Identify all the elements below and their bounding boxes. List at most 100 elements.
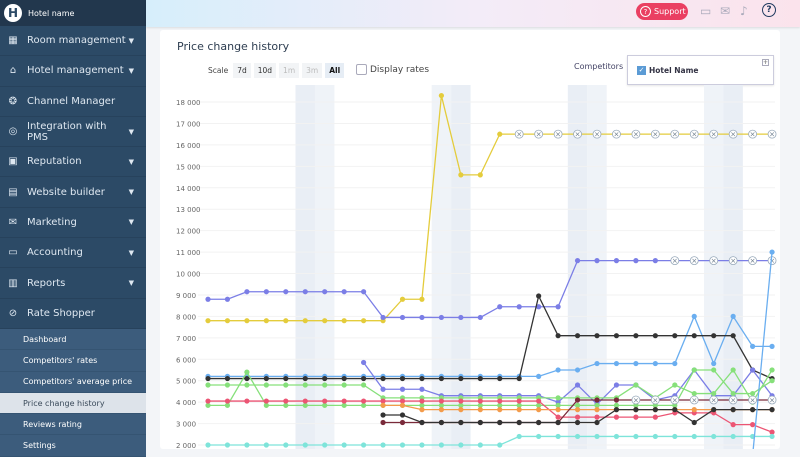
- display-rates-toggle[interactable]: Display rates: [356, 64, 429, 75]
- data-point[interactable]: [322, 442, 328, 448]
- wallet-icon[interactable]: ▭: [700, 4, 711, 18]
- data-point[interactable]: [322, 318, 328, 324]
- data-point[interactable]: [341, 442, 347, 448]
- data-point[interactable]: [711, 407, 717, 413]
- data-point[interactable]: [555, 414, 561, 420]
- data-point[interactable]: [594, 397, 600, 403]
- data-point[interactable]: [419, 386, 425, 392]
- data-point[interactable]: [399, 442, 406, 448]
- data-point[interactable]: [691, 313, 697, 319]
- data-point[interactable]: [302, 375, 308, 382]
- scale-10d-button[interactable]: 10d: [253, 63, 277, 78]
- data-point[interactable]: [711, 360, 717, 367]
- sidebar-item-reputation[interactable]: ▣ Reputation ▼: [0, 147, 146, 178]
- data-point[interactable]: [516, 407, 522, 413]
- data-point[interactable]: [497, 442, 503, 448]
- sidebar-item-room-management[interactable]: ▦ Room management ▼: [0, 26, 146, 57]
- data-point[interactable]: [244, 382, 250, 388]
- data-point[interactable]: [224, 375, 231, 382]
- data-point[interactable]: [380, 419, 386, 426]
- sidebar-item-website-builder[interactable]: ▤ Website builder ▼: [0, 177, 146, 208]
- data-point[interactable]: [516, 419, 522, 426]
- data-point[interactable]: [730, 422, 736, 428]
- data-point[interactable]: [380, 402, 386, 408]
- sidebar-item-reports[interactable]: ▥ Reports ▼: [0, 268, 146, 299]
- data-point[interactable]: [283, 318, 289, 324]
- data-point[interactable]: [399, 296, 406, 302]
- data-point[interactable]: [283, 398, 289, 404]
- data-point[interactable]: [594, 258, 600, 264]
- data-point[interactable]: [613, 433, 620, 440]
- data-point[interactable]: [750, 422, 756, 428]
- data-point[interactable]: [672, 433, 678, 440]
- submenu-item[interactable]: Dashboard: [0, 328, 146, 351]
- data-point[interactable]: [711, 333, 717, 339]
- display-rates-checkbox[interactable]: [356, 64, 367, 75]
- sidebar-item-hotel-management[interactable]: ⌂ Hotel management ▼: [0, 56, 146, 87]
- data-point[interactable]: [536, 407, 542, 413]
- data-point[interactable]: [497, 419, 503, 426]
- data-point[interactable]: [574, 397, 581, 403]
- data-point[interactable]: [380, 412, 386, 418]
- data-point[interactable]: [691, 367, 697, 373]
- data-point[interactable]: [224, 398, 231, 404]
- data-point[interactable]: [652, 333, 658, 339]
- data-point[interactable]: [516, 433, 522, 440]
- data-point[interactable]: [419, 296, 425, 302]
- data-point[interactable]: [730, 433, 736, 440]
- data-point[interactable]: [574, 433, 581, 440]
- scale-All-button[interactable]: All: [325, 63, 345, 78]
- submenu-item[interactable]: Competitors' rates: [0, 350, 146, 372]
- data-point[interactable]: [633, 407, 639, 413]
- data-point[interactable]: [477, 442, 483, 448]
- data-point[interactable]: [750, 343, 756, 349]
- data-point[interactable]: [399, 314, 406, 321]
- data-point[interactable]: [691, 419, 697, 426]
- data-point[interactable]: [574, 382, 581, 388]
- brand[interactable]: H Hotel name: [0, 0, 146, 26]
- data-point[interactable]: [711, 367, 717, 373]
- data-point[interactable]: [769, 367, 775, 373]
- data-point[interactable]: [205, 382, 211, 388]
- data-point[interactable]: [283, 442, 289, 448]
- data-point[interactable]: [380, 442, 386, 448]
- data-point[interactable]: [341, 375, 347, 382]
- data-point[interactable]: [652, 258, 658, 264]
- data-point[interactable]: [574, 419, 581, 426]
- competitor-selector[interactable]: ✓ Hotel Name +: [627, 55, 774, 85]
- data-point[interactable]: [283, 382, 289, 388]
- data-point[interactable]: [652, 433, 658, 440]
- data-point[interactable]: [730, 390, 736, 397]
- sidebar-item-marketing[interactable]: ✉ Marketing ▼: [0, 208, 146, 239]
- data-point[interactable]: [497, 304, 503, 310]
- data-point[interactable]: [224, 442, 231, 448]
- data-point[interactable]: [399, 419, 406, 426]
- data-point[interactable]: [341, 382, 347, 388]
- data-point[interactable]: [769, 433, 775, 440]
- data-point[interactable]: [633, 333, 639, 339]
- data-point[interactable]: [341, 398, 347, 404]
- data-point[interactable]: [458, 419, 464, 426]
- data-point[interactable]: [691, 407, 697, 413]
- data-point[interactable]: [399, 402, 406, 408]
- data-point[interactable]: [458, 172, 464, 178]
- data-point[interactable]: [302, 382, 308, 388]
- data-point[interactable]: [458, 442, 464, 448]
- scale-7d-button[interactable]: 7d: [233, 63, 251, 78]
- sidebar-item-rate-shopper[interactable]: ⊘ Rate Shopper: [0, 299, 146, 329]
- data-point[interactable]: [574, 367, 581, 373]
- data-point[interactable]: [419, 407, 425, 413]
- data-point[interactable]: [244, 398, 250, 404]
- data-point[interactable]: [419, 419, 425, 426]
- data-point[interactable]: [672, 360, 678, 367]
- data-point[interactable]: [730, 333, 736, 339]
- data-point[interactable]: [613, 360, 620, 367]
- sidebar-item-channel-manager[interactable]: ❂ Channel Manager: [0, 87, 146, 117]
- data-point[interactable]: [555, 395, 561, 401]
- data-point[interactable]: [477, 398, 483, 404]
- submenu-item[interactable]: Competitors' average price: [0, 371, 146, 393]
- data-point[interactable]: [730, 313, 736, 319]
- data-point[interactable]: [574, 407, 581, 413]
- data-point[interactable]: [516, 398, 522, 404]
- data-point[interactable]: [769, 407, 775, 413]
